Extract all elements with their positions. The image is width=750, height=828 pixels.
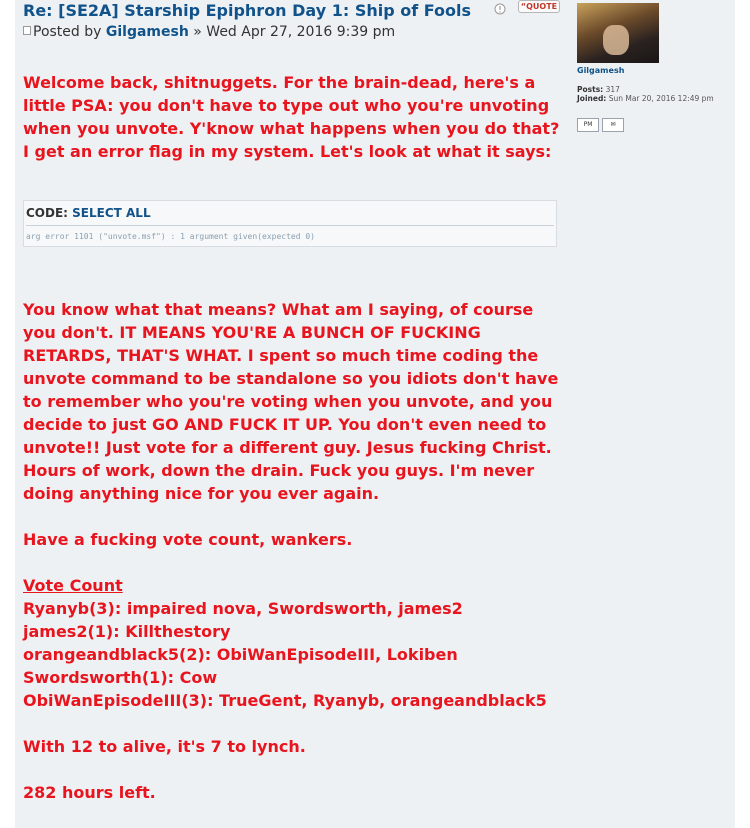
post-meta: Posted by Gilgamesh » Wed Apr 27, 2016 9… [23,24,395,40]
vote-line: Ryanyb(3): impaired nova, Swordsworth, j… [23,599,463,618]
contact-icons: PM ✉ [577,111,627,132]
joined-stat: Joined: Sun Mar 20, 2016 12:49 pm [577,94,714,103]
posted-by-label: Posted by [33,24,102,40]
post-content-main: You know what that means? What am I sayi… [23,298,568,804]
code-box: CODE: SELECT ALL arg error 1101 ("unvote… [23,200,557,247]
profile-username[interactable]: Gilgamesh [577,66,624,75]
post: Re: [SE2A] Starship Epiphron Day 1: Ship… [15,0,735,828]
code-label: CODE: [26,206,68,220]
code-header: CODE: SELECT ALL [26,206,151,220]
vote-count-intro: Have a fucking vote count, wankers. [23,530,353,549]
quote-button[interactable]: “QUOTE [518,0,560,13]
select-all-link[interactable]: SELECT ALL [72,206,150,220]
joined-label: Joined: [577,94,607,103]
post-author-link[interactable]: Gilgamesh [106,24,189,40]
posts-stat: Posts: 317 [577,85,620,94]
vote-line: Swordsworth(1): Cow [23,668,218,687]
avatar[interactable] [577,3,659,63]
posts-label: Posts: [577,85,604,94]
posts-value: 317 [605,85,620,94]
report-icon[interactable] [491,0,509,15]
joined-value: Sun Mar 20, 2016 12:49 pm [608,94,714,103]
code-divider [26,225,554,226]
vote-line: ObiWanEpisodeIII(3): TrueGent, Ryanyb, o… [23,691,547,710]
vote-count-heading: Vote Count [23,576,123,595]
rant-paragraph: You know what that means? What am I sayi… [23,300,559,503]
post-date: » Wed Apr 27, 2016 9:39 pm [193,24,396,40]
quote-label: QUOTE [526,2,558,11]
hours-left-line: 282 hours left. [23,783,156,802]
pm-button[interactable]: PM [577,118,599,132]
post-content-intro: Welcome back, shitnuggets. For the brain… [23,71,563,163]
intro-paragraph: Welcome back, shitnuggets. For the brain… [23,73,560,161]
post-title[interactable]: Re: [SE2A] Starship Epiphron Day 1: Ship… [23,1,471,20]
lynch-line: With 12 to alive, it's 7 to lynch. [23,737,306,756]
post-icon [23,26,31,35]
code-body: arg error 1101 ("unvote.msf") : 1 argume… [26,232,315,241]
vote-line: james2(1): Killthestory [23,622,231,641]
email-icon[interactable]: ✉ [602,118,624,132]
vote-line: orangeandblack5(2): ObiWanEpisodeIII, Lo… [23,645,458,664]
